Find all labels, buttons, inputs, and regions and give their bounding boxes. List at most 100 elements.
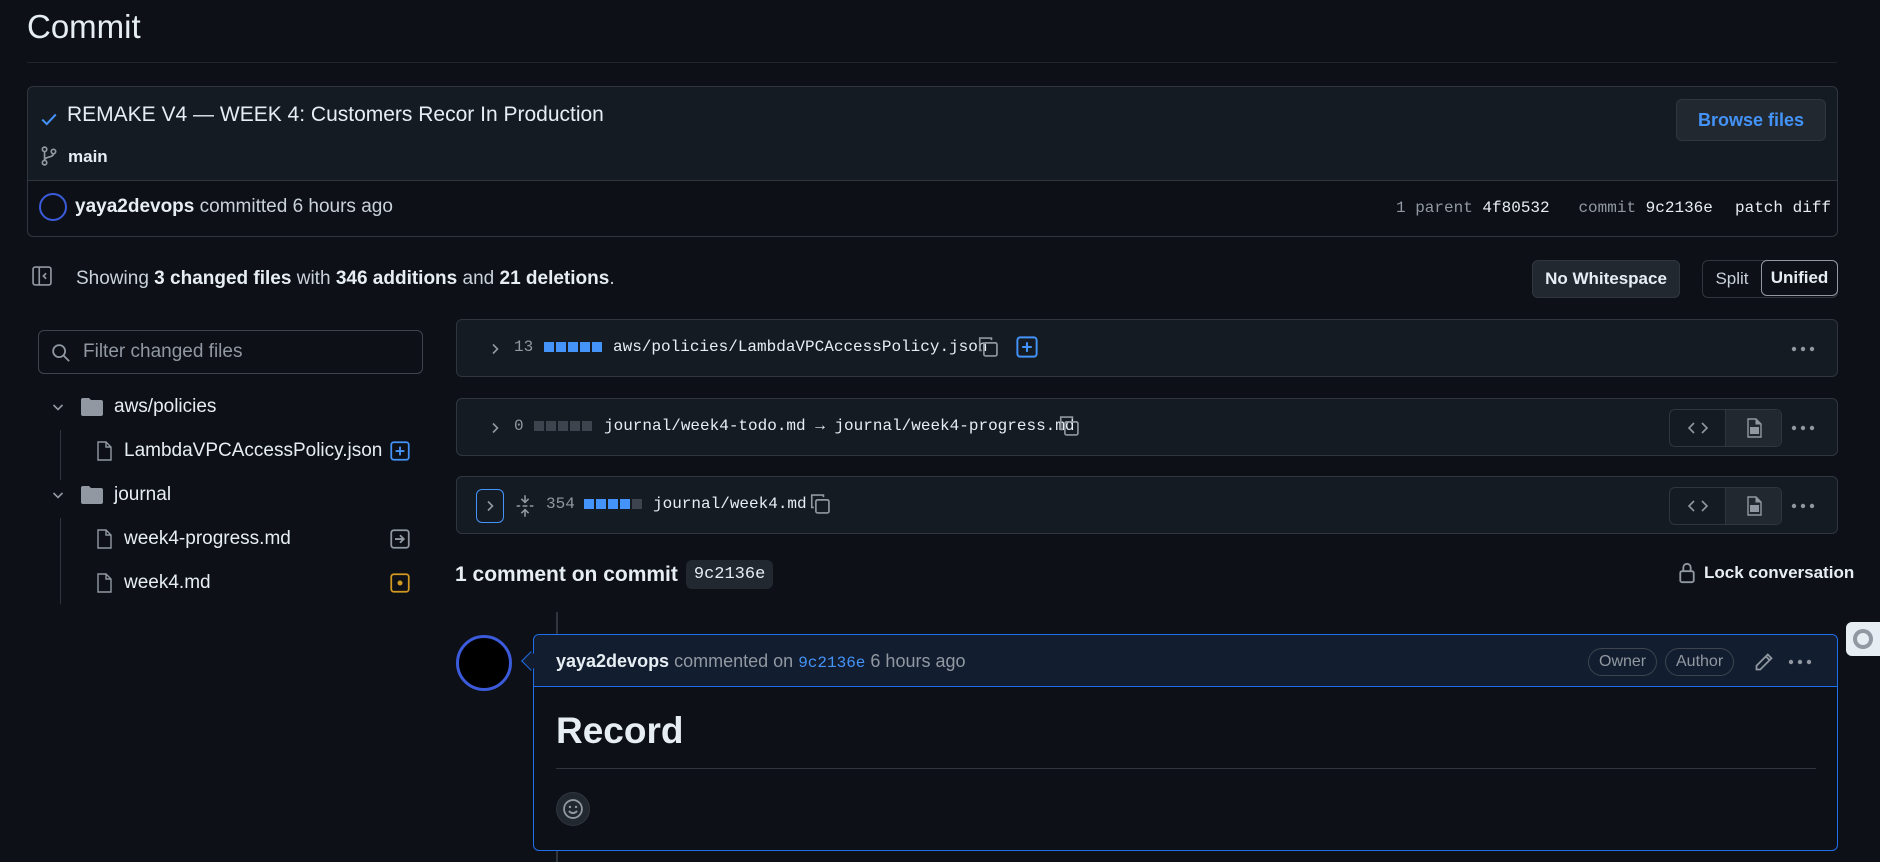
summary-and: and (462, 268, 495, 289)
diff-file-path[interactable]: journal/week4.md (653, 495, 807, 513)
summary-additions: 346 additions (335, 268, 458, 289)
patch-link[interactable]: patch (1735, 199, 1783, 217)
chevron-right-icon[interactable] (476, 489, 504, 523)
diffstat-bars (584, 499, 642, 509)
chevron-right-icon[interactable] (487, 340, 503, 358)
diff-file-header: 0 journal/week4-todo.md → journal/week4-… (456, 398, 1838, 456)
chevron-down-icon (50, 487, 66, 503)
tree-file-week4-progress[interactable]: week4-progress.md (96, 521, 291, 557)
parent-label: 1 parent (1396, 199, 1473, 217)
kebab-menu-icon[interactable] (1791, 346, 1815, 352)
divider (556, 768, 1816, 769)
avatar[interactable] (39, 193, 67, 221)
summary-deletions: 21 deletions (499, 268, 610, 289)
code-view-icon[interactable] (1670, 488, 1725, 524)
page-title: Commit (27, 8, 141, 45)
add-reaction-button[interactable] (556, 792, 590, 826)
comments-heading-text: 1 comment on commit (455, 562, 678, 586)
copy-icon[interactable] (1058, 415, 1080, 437)
comment-body-heading: Record (556, 710, 684, 751)
comment-action: commented on (674, 651, 794, 671)
diff-file-path[interactable]: journal/week4-todo.md → journal/week4-pr… (604, 417, 1074, 435)
diffstat-bars (534, 421, 592, 431)
split-view-button[interactable]: Split (1703, 261, 1761, 297)
folder-icon (80, 397, 104, 417)
chevron-down-icon (50, 399, 66, 415)
copy-icon[interactable] (809, 493, 831, 515)
diff-line-count: 0 (514, 417, 524, 435)
diff-file-path[interactable]: aws/policies/LambdaVPCAccessPolicy.json (613, 338, 987, 356)
unified-view-button[interactable]: Unified (1761, 260, 1838, 296)
commit-parent-info: 1 parent 4f80532 commit 9c2136e (1396, 199, 1713, 217)
tree-file-label: LambdaVPCAccessPolicy.json (124, 440, 383, 461)
file-added-icon (390, 441, 410, 461)
avatar[interactable] (456, 635, 512, 691)
code-view-icon[interactable] (1670, 410, 1725, 446)
rich-view-icon[interactable] (1725, 410, 1781, 446)
commit-author-link[interactable]: yaya2devops (75, 196, 194, 217)
tree-file-label: week4-progress.md (124, 528, 291, 549)
file-icon (96, 441, 112, 461)
comment-time[interactable]: 6 hours ago (870, 651, 965, 671)
diff-summary: Showing 3 changed files with 346 additio… (76, 268, 615, 290)
summary-suffix: . (609, 268, 615, 289)
check-icon (40, 110, 58, 128)
file-filter (38, 330, 423, 374)
chevron-right-icon[interactable] (487, 419, 503, 437)
file-icon (96, 573, 112, 593)
diff-line-count: 354 (546, 495, 575, 513)
lock-icon (1678, 562, 1696, 584)
diff-line-count: 13 (514, 338, 534, 356)
browser-extension-widget[interactable] (1846, 622, 1880, 656)
summary-changed-files: 3 changed files (154, 268, 292, 289)
no-whitespace-button[interactable]: No Whitespace (1532, 260, 1680, 298)
kebab-menu-icon[interactable] (1791, 425, 1815, 431)
divider (27, 62, 1837, 63)
comments-heading: 1 comment on commit 9c2136e (455, 560, 774, 589)
commit-author-line: yaya2devops committed 6 hours ago (75, 196, 393, 218)
sidebar-collapse-icon[interactable] (31, 265, 53, 287)
comment-author-link[interactable]: yaya2devops (556, 651, 669, 671)
pencil-icon[interactable] (1754, 652, 1774, 672)
expand-all-icon[interactable] (515, 494, 535, 518)
search-icon (51, 343, 71, 363)
diff-link[interactable]: diff (1793, 199, 1831, 217)
view-mode-toggle (1669, 409, 1782, 447)
rich-view-icon[interactable] (1725, 488, 1781, 524)
lock-conversation-label: Lock conversation (1704, 563, 1855, 582)
diff-view-toggle: Split Unified (1702, 260, 1838, 298)
tree-folder-journal[interactable]: journal (50, 477, 171, 513)
commit-time: 6 hours ago (292, 196, 393, 217)
smiley-icon (562, 798, 584, 820)
tree-folder-aws-policies[interactable]: aws/policies (50, 389, 216, 425)
browse-files-button[interactable]: Browse files (1676, 99, 1826, 141)
tree-file-lambda-policy[interactable]: LambdaVPCAccessPolicy.json (96, 433, 382, 469)
copy-icon[interactable] (977, 336, 999, 358)
comment-sha-link[interactable]: 9c2136e (798, 654, 865, 672)
lock-conversation-button[interactable]: Lock conversation (1678, 562, 1854, 584)
view-mode-toggle (1669, 487, 1782, 525)
file-added-icon (1016, 336, 1038, 358)
tree-guide (60, 518, 61, 604)
file-icon (96, 529, 112, 549)
commit-label: commit (1578, 199, 1637, 217)
filter-changed-files-input[interactable] (83, 331, 413, 373)
tree-file-label: week4.md (124, 572, 211, 593)
summary-with: with (296, 268, 331, 289)
patch-diff-links: patch diff (1735, 199, 1831, 217)
summary-prefix: Showing (76, 268, 149, 289)
parent-sha-link[interactable]: 4f80532 (1482, 199, 1549, 217)
tree-file-week4[interactable]: week4.md (96, 565, 211, 601)
folder-icon (80, 485, 104, 505)
kebab-menu-icon[interactable] (1791, 503, 1815, 509)
comments-heading-sha: 9c2136e (685, 560, 774, 589)
diff-file-header: 13 aws/policies/LambdaVPCAccessPolicy.js… (456, 319, 1838, 377)
branch-name[interactable]: main (68, 147, 108, 167)
diffstat-bars (544, 342, 602, 352)
kebab-menu-icon[interactable] (1788, 659, 1812, 665)
tree-guide (60, 430, 61, 480)
file-modified-icon (390, 573, 410, 593)
author-badge: Author (1665, 648, 1735, 676)
owner-badge: Owner (1588, 648, 1658, 676)
file-renamed-icon (390, 529, 410, 549)
